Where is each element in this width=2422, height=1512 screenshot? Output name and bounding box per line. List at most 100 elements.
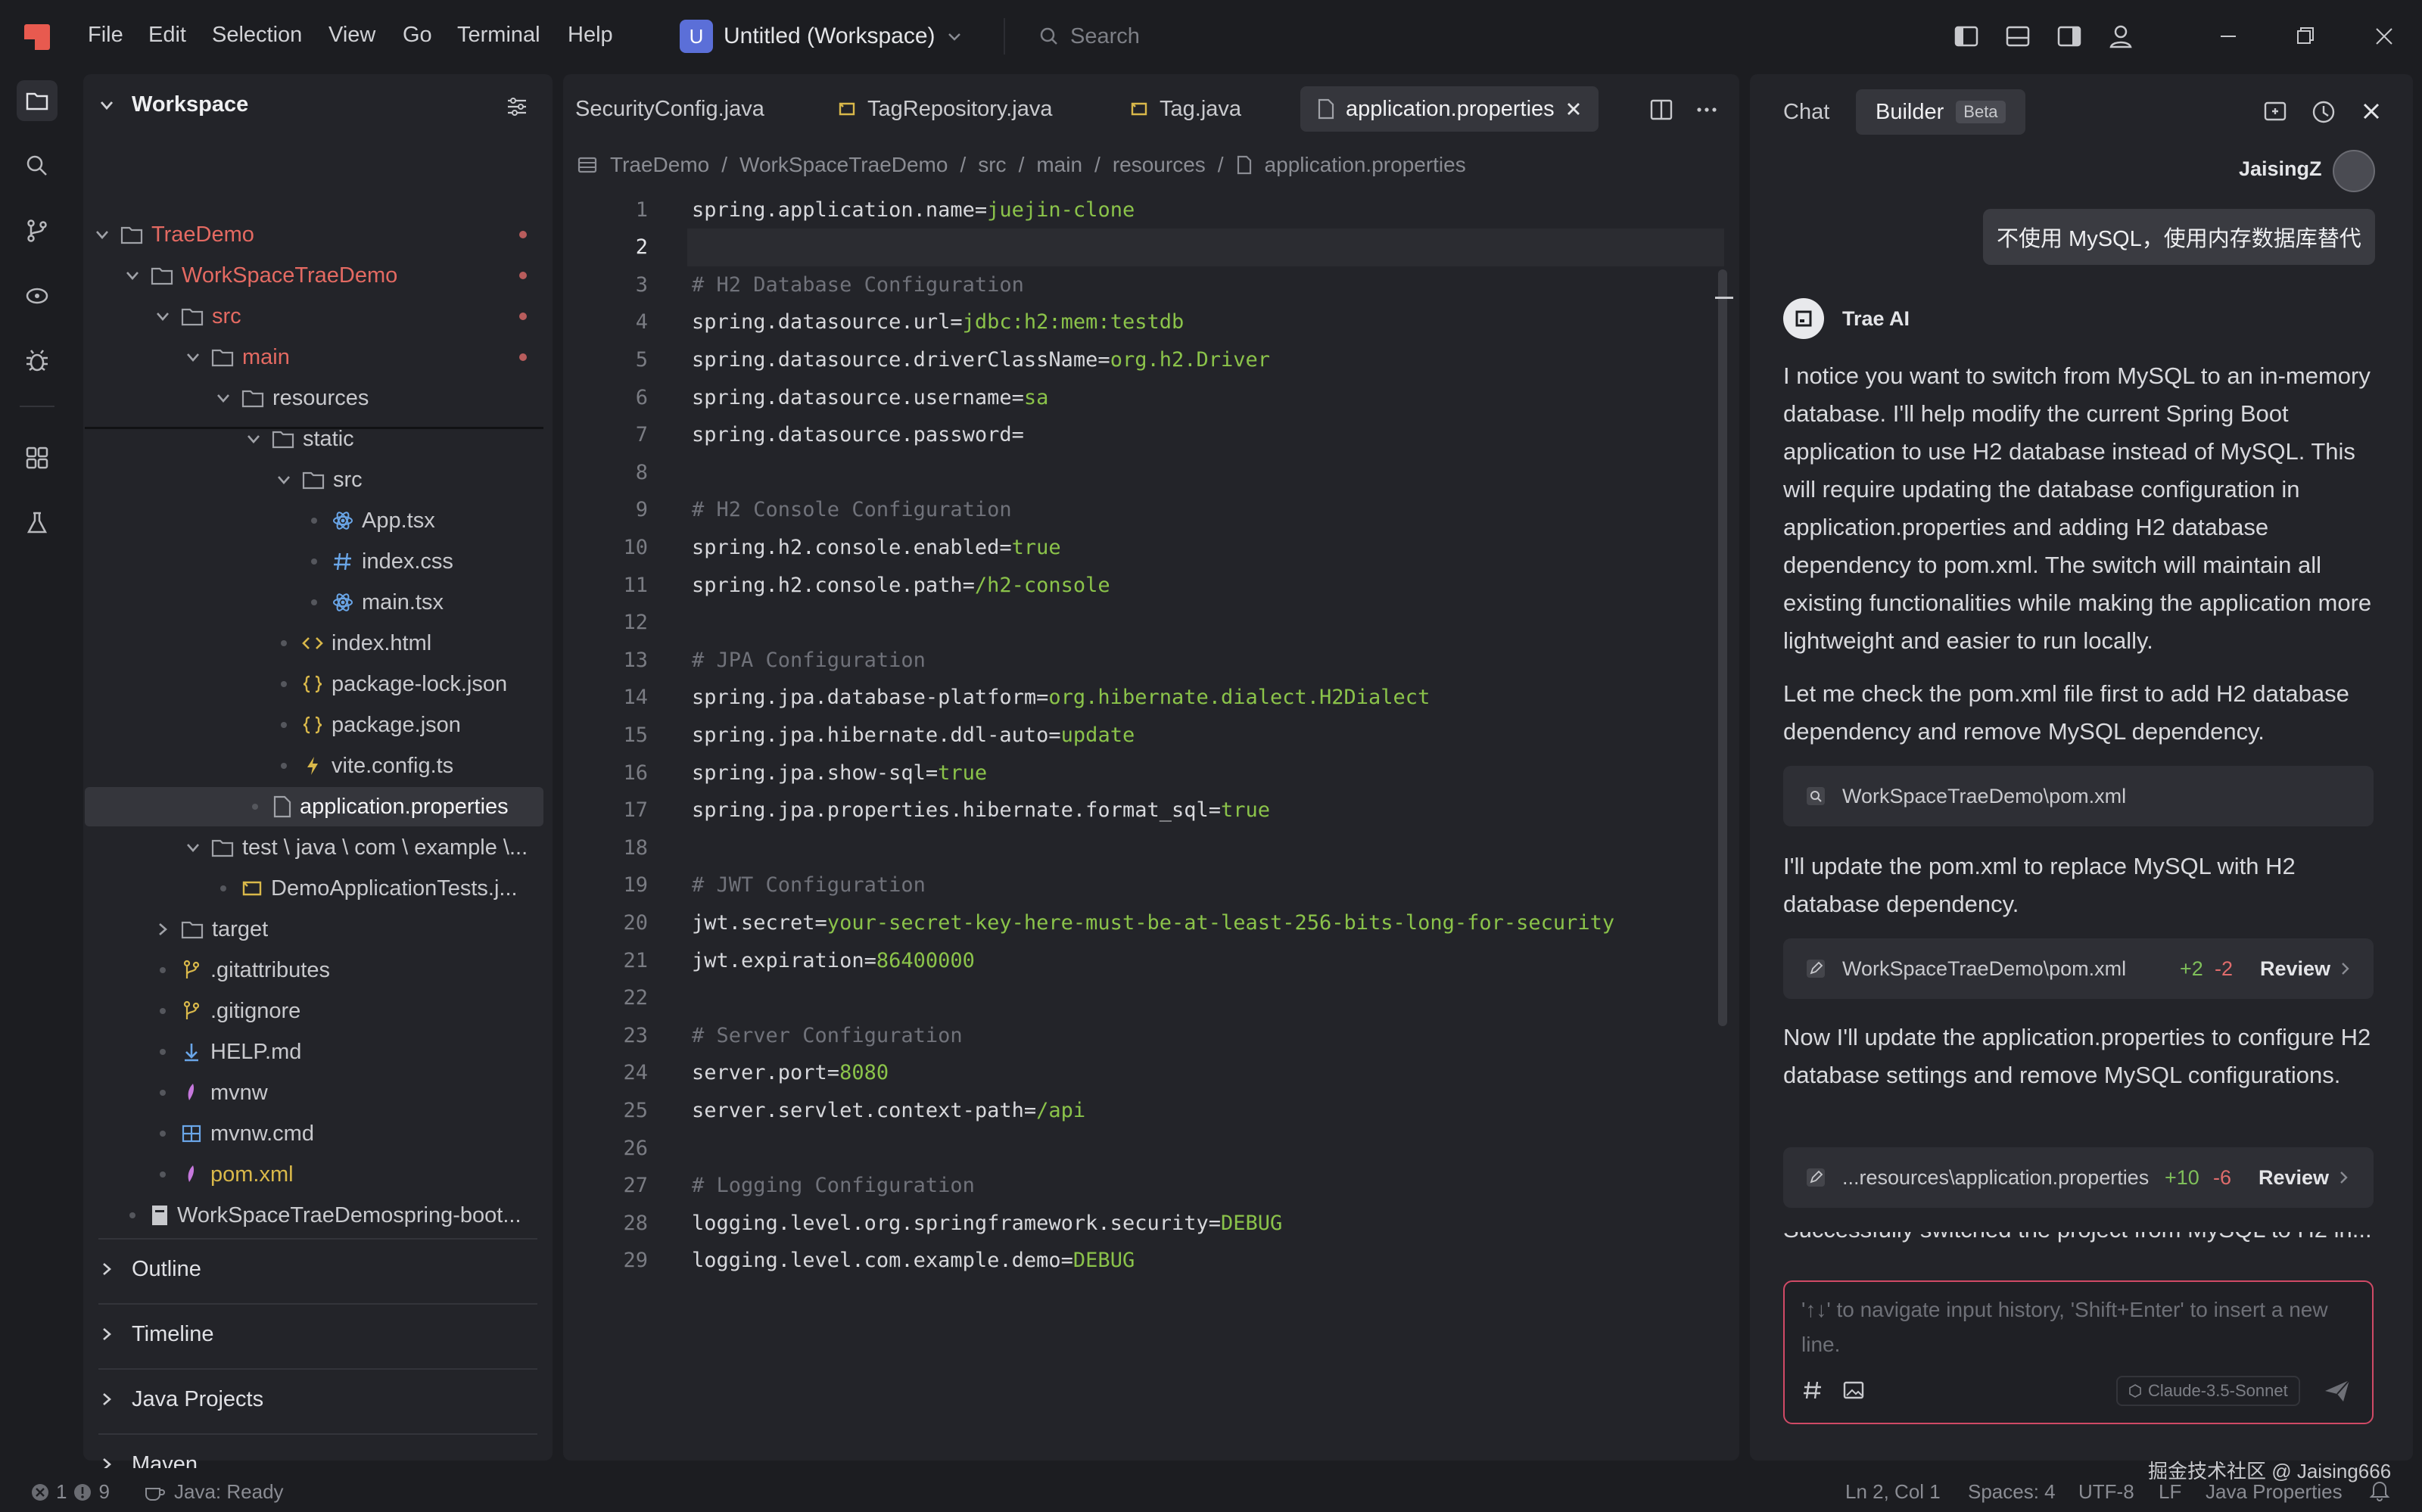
history-icon[interactable] [2310, 98, 2337, 126]
tree-file[interactable]: vite.config.ts [83, 746, 553, 786]
menu-file[interactable]: File [88, 23, 123, 48]
tab-builder[interactable]: Builder Beta [1856, 89, 2025, 135]
language-mode[interactable]: Java Properties [2206, 1480, 2343, 1504]
source-control-icon[interactable] [17, 210, 58, 251]
tab-tag-java[interactable]: Tag.java [1129, 86, 1241, 132]
workspace-header[interactable]: Workspace [98, 92, 248, 117]
toggle-sidebar-icon[interactable] [1953, 23, 1980, 50]
breadcrumb-item[interactable]: src [978, 153, 1006, 177]
explorer-activity-icon[interactable] [17, 80, 58, 121]
tree-file[interactable]: package.json [83, 705, 553, 745]
code-line: 17 spring.jpa.properties.hibernate.format… [563, 792, 1721, 829]
java-status[interactable]: Java: Ready [144, 1480, 284, 1504]
account-icon[interactable] [2107, 23, 2134, 50]
tab-chat[interactable]: Chat [1783, 89, 1829, 135]
section-java-projects[interactable]: Java Projects [98, 1368, 537, 1429]
tree-folder[interactable]: main [83, 338, 553, 377]
modified-dot [519, 231, 527, 238]
new-chat-icon[interactable] [2262, 98, 2289, 126]
encoding[interactable]: UTF-8 [2078, 1480, 2134, 1504]
breadcrumb-item[interactable]: main [1036, 153, 1082, 177]
line-number: 29 [623, 1249, 648, 1273]
tree-file[interactable]: mvnw [83, 1073, 553, 1112]
close-window-icon[interactable] [2371, 23, 2398, 50]
remote-explorer-icon[interactable] [17, 275, 58, 316]
tree-file[interactable]: application.properties [85, 787, 543, 826]
menu-go[interactable]: Go [403, 23, 432, 48]
hash-context-icon[interactable] [1801, 1379, 1824, 1402]
menu-view[interactable]: View [328, 23, 375, 48]
tree-folder[interactable]: resources [83, 378, 553, 418]
warning-icon [74, 1483, 92, 1501]
testing-flask-icon[interactable] [17, 502, 58, 543]
filter-settings-icon[interactable] [506, 95, 528, 118]
tree-folder[interactable]: test \ java \ com \ example \... [83, 828, 553, 867]
menu-selection[interactable]: Selection [212, 23, 302, 48]
tree-file[interactable]: HELP.md [83, 1032, 553, 1072]
tree-file[interactable]: App.tsx [83, 501, 553, 540]
cursor-position[interactable]: Ln 2, Col 1 [1845, 1480, 1941, 1504]
tool-edit-properties[interactable]: ...resources\application.properties +10 … [1783, 1147, 2374, 1208]
tree-file[interactable]: main.tsx [83, 583, 553, 622]
tool-read-file[interactable]: WorkSpaceTraeDemo\pom.xml [1783, 766, 2374, 826]
close-tab-icon[interactable] [1565, 101, 1582, 117]
search-activity-icon[interactable] [17, 145, 58, 186]
tree-folder[interactable]: TraeDemo [83, 215, 553, 254]
tool-edit-pom[interactable]: WorkSpaceTraeDemo\pom.xml +2 -2 Review [1783, 938, 2374, 999]
more-actions-icon[interactable] [1694, 97, 1720, 123]
tab-security-config[interactable]: SecurityConfig.java [575, 86, 764, 132]
indentation[interactable]: Spaces: 4 [1968, 1480, 2056, 1504]
close-panel-icon[interactable] [2360, 100, 2383, 123]
tree-folder[interactable]: static [83, 419, 553, 459]
image-upload-icon[interactable] [1842, 1379, 1865, 1402]
tree-file[interactable]: DemoApplicationTests.j... [83, 869, 553, 908]
tab-tag-repository[interactable]: TagRepository.java [837, 86, 1052, 132]
code-area[interactable]: 1 spring.application.name=juejin-clone 2 3 #… [563, 191, 1733, 1447]
notification-bell-icon[interactable] [2369, 1479, 2390, 1501]
tree-bullet [154, 1090, 171, 1096]
model-selector[interactable]: Claude-3.5-Sonnet [2116, 1376, 2300, 1406]
tree-file[interactable]: .gitignore [83, 991, 553, 1031]
tree-file[interactable]: .gitattributes [83, 950, 553, 990]
toggle-panel-icon[interactable] [2004, 23, 2031, 50]
tree-file[interactable]: index.html [83, 624, 553, 663]
vertical-scrollbar[interactable] [1718, 269, 1727, 1026]
debug-icon[interactable] [17, 341, 58, 381]
code-line: 5 spring.datasource.driverClassName=org.h… [563, 341, 1721, 378]
breadcrumb-item[interactable]: application.properties [1265, 153, 1466, 177]
breadcrumb-item[interactable]: TraeDemo [610, 153, 709, 177]
line-ending[interactable]: LF [2159, 1480, 2181, 1504]
breadcrumb-item[interactable]: WorkSpaceTraeDemo [739, 153, 948, 177]
tree-file[interactable]: pom.xml [83, 1155, 553, 1194]
section-timeline[interactable]: Timeline [98, 1303, 537, 1364]
problems-indicator[interactable]: 1 9 [30, 1480, 110, 1504]
toggle-secondary-sidebar-icon[interactable] [2056, 23, 2083, 50]
tree-folder[interactable]: src [83, 297, 553, 336]
workspace-switcher[interactable]: U Untitled (Workspace) [680, 20, 963, 53]
code-text: spring.datasource.url=jdbc:h2:mem:testdb [692, 310, 1185, 334]
tree-file[interactable]: index.css [83, 542, 553, 581]
menu-help[interactable]: Help [568, 23, 613, 48]
minimize-icon[interactable] [2215, 23, 2242, 50]
tree-folder[interactable]: WorkSpaceTraeDemo [83, 256, 553, 295]
line-number: 10 [623, 535, 648, 559]
chat-input[interactable]: '↑↓' to navigate input history, 'Shift+E… [1783, 1280, 2374, 1424]
split-editor-icon[interactable] [1648, 97, 1674, 123]
restore-icon[interactable] [2292, 23, 2319, 50]
tree-file[interactable]: package-lock.json [83, 664, 553, 704]
review-button[interactable]: Review [2259, 1166, 2329, 1190]
extensions-icon[interactable] [17, 437, 58, 478]
tree-folder[interactable]: src [83, 460, 553, 499]
tree-file[interactable]: mvnw.cmd [83, 1114, 553, 1153]
menu-edit[interactable]: Edit [148, 23, 186, 48]
search-box[interactable]: Search [1004, 18, 1140, 54]
edit-file-icon [1807, 1168, 1825, 1187]
review-button[interactable]: Review [2260, 957, 2330, 981]
menu-terminal[interactable]: Terminal [457, 23, 540, 48]
send-icon[interactable] [2322, 1376, 2352, 1406]
section-outline[interactable]: Outline [98, 1238, 537, 1299]
tree-file[interactable]: WorkSpaceTraeDemospring-boot... [83, 1196, 553, 1235]
tree-folder[interactable]: target [83, 910, 553, 949]
breadcrumb-item[interactable]: resources [1113, 153, 1206, 177]
tab-application-properties[interactable]: application.properties [1300, 86, 1599, 132]
